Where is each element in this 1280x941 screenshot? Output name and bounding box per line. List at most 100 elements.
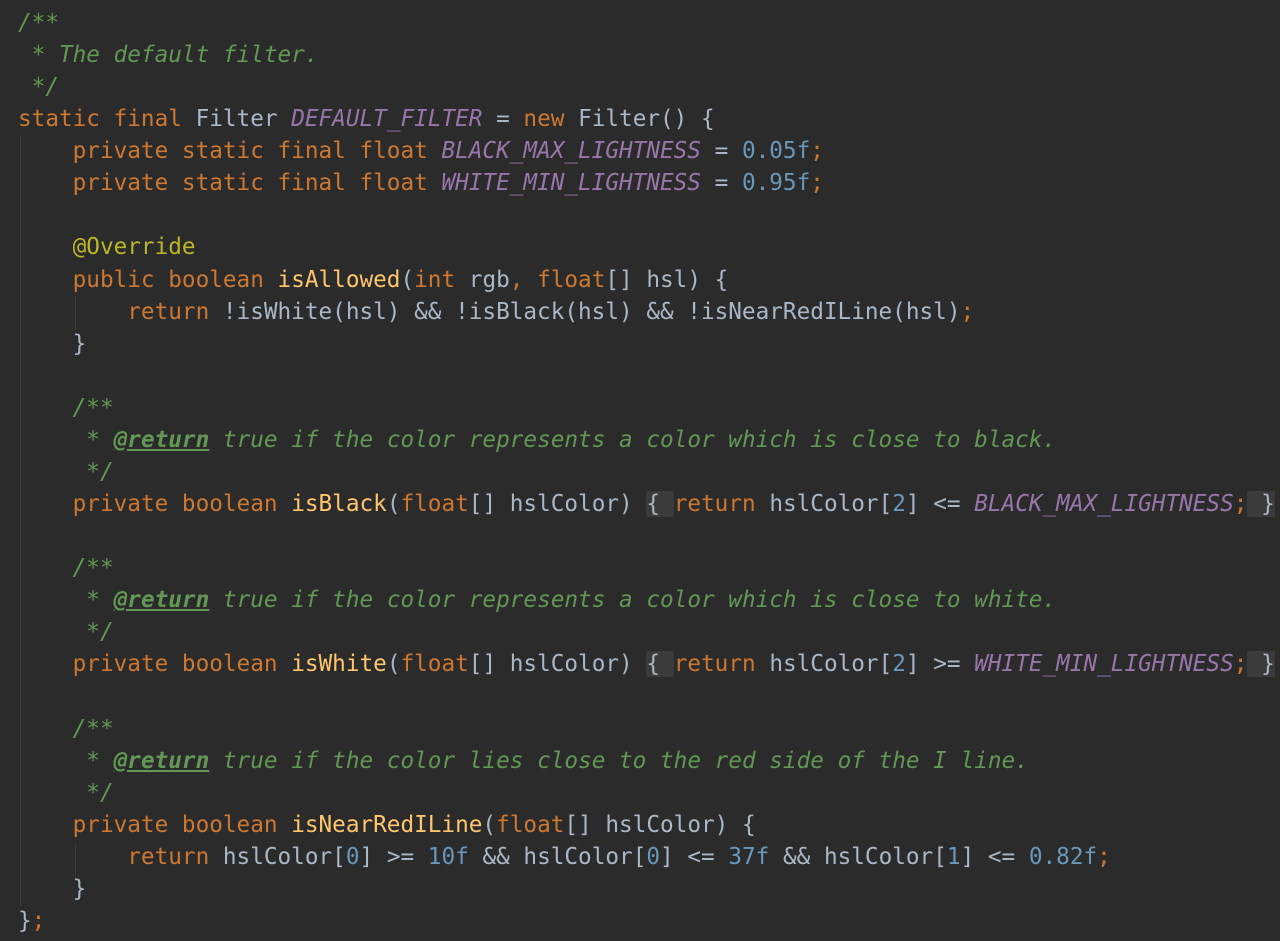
code-line[interactable]: private boolean isNearRedILine(float[] h… [18,809,756,841]
code-token: ( [386,491,401,518]
code-line[interactable]: /** [18,7,59,39]
field-token: WHITE_MIN_LIGHTNESS [441,170,701,197]
number-literal: 10f [427,843,469,870]
code-line[interactable]: * @return true if the color lies close t… [18,745,1029,777]
method-name: isBlack [291,491,387,518]
annotation-token: @Override [18,234,196,261]
code-line[interactable]: public boolean isAllowed(int rgb, float[… [18,264,729,296]
keyword-token: new [523,106,579,133]
folded-region-marker[interactable]: { [646,651,674,678]
code-line[interactable]: }; [18,905,45,937]
field-token: BLACK_MAX_LIGHTNESS [974,491,1234,518]
code-line[interactable]: static final Filter DEFAULT_FILTER = new… [18,103,715,135]
keyword-token: ; [810,170,824,197]
code-line[interactable]: } [18,873,87,905]
code-line[interactable]: private static final float WHITE_MIN_LIG… [18,167,824,199]
code-token: [] hslColor) { [564,811,756,838]
doc-comment-token: */ [18,74,59,101]
code-line[interactable]: */ [18,616,114,648]
code-token: ( [482,811,497,838]
number-literal: 0.95f [741,170,811,197]
keyword-token: ; [960,298,975,325]
code-token: hslColor[ [769,651,893,678]
doc-comment-token: */ [18,619,114,646]
keyword-token: private boolean [18,811,292,838]
keyword-token: ; [1097,843,1111,870]
keyword-token: , float [509,266,606,293]
code-token: Filter() { [578,106,715,133]
number-literal: 2 [892,491,906,518]
keyword-token: return [673,651,770,678]
code-token: && hslColor[ [468,843,647,870]
keyword-token: ; [31,907,46,934]
doc-comment-token: /** [18,394,114,421]
code-token: = [700,138,742,165]
doc-comment-token: */ [18,458,114,485]
number-literal: 0 [345,843,360,870]
code-line[interactable]: private boolean isWhite(float[] hslColor… [18,648,1275,680]
code-token: ] >= [905,651,975,678]
code-token: && hslColor[ [769,843,947,870]
keyword-token: ; [1233,651,1248,678]
code-line[interactable]: * @return true if the color represents a… [18,424,1056,456]
keyword-token: float [496,811,565,838]
code-token: } [18,330,87,357]
field-token: BLACK_MAX_LIGHTNESS [441,138,701,165]
number-literal: 2 [892,651,906,678]
doc-comment-token: * [18,587,114,614]
keyword-token: float [400,651,469,678]
code-line[interactable]: * The default filter. [18,39,319,71]
doc-return-tag: @return [113,587,210,614]
folded-region-marker[interactable]: } [1247,491,1275,518]
code-line[interactable]: } [18,328,87,360]
code-token: } [18,907,32,934]
keyword-token: static final [18,106,196,133]
code-token: [] hslColor) [468,651,647,678]
number-literal: 1 [946,843,961,870]
doc-comment-token: * [18,747,114,774]
code-line[interactable]: */ [18,456,114,488]
doc-comment-token: true if the color represents a color whi… [209,426,1057,453]
doc-comment-token: true if the color represents a color whi… [209,587,1057,614]
code-line[interactable]: @Override [18,231,196,263]
code-line[interactable]: * @return true if the color represents a… [18,584,1056,616]
keyword-token: ; [1233,491,1248,518]
field-token: DEFAULT_FILTER [291,106,483,133]
code-line[interactable]: private boolean isBlack(float[] hslColor… [18,488,1275,520]
code-token: } [18,875,87,902]
code-token: Filter [195,106,292,133]
keyword-token: int [414,266,469,293]
folded-region-marker[interactable]: { [646,491,674,518]
code-token: hslColor[ [222,843,346,870]
keyword-token: return [18,843,223,870]
method-name: isAllowed [277,266,401,293]
code-token: ] <= [905,491,975,518]
number-literal: 0.05f [741,138,811,165]
code-token: rgb [468,266,510,293]
code-editor[interactable]: /** * The default filter. */static final… [0,0,1280,941]
keyword-token: public boolean [18,266,278,293]
code-token: ( [386,651,401,678]
code-token: ( [400,266,415,293]
doc-comment-token: */ [18,779,114,806]
code-line[interactable]: */ [18,777,114,809]
code-line[interactable]: /** [18,552,114,584]
keyword-token: private static final float [18,138,442,165]
code-token: !isWhite(hsl) && !isBlack(hsl) && !isNea… [222,298,961,325]
code-token: ] <= [960,843,1029,870]
code-line[interactable]: /** [18,392,114,424]
keyword-token: float [400,491,469,518]
doc-comment-token: /** [18,715,114,742]
keyword-token: return [18,298,223,325]
folded-region-marker[interactable]: } [1247,651,1275,678]
number-literal: 0 [646,843,661,870]
code-line[interactable]: /** [18,713,114,745]
keyword-token: private boolean [18,651,292,678]
code-line[interactable]: return !isWhite(hsl) && !isBlack(hsl) &&… [18,296,974,328]
code-line[interactable]: return hslColor[0] >= 10f && hslColor[0]… [18,841,1111,873]
method-name: isNearRedILine [291,811,483,838]
code-token: ] <= [660,843,729,870]
code-line[interactable]: private static final float BLACK_MAX_LIG… [18,135,824,167]
keyword-token: private static final float [18,170,442,197]
code-line[interactable]: */ [18,71,59,103]
